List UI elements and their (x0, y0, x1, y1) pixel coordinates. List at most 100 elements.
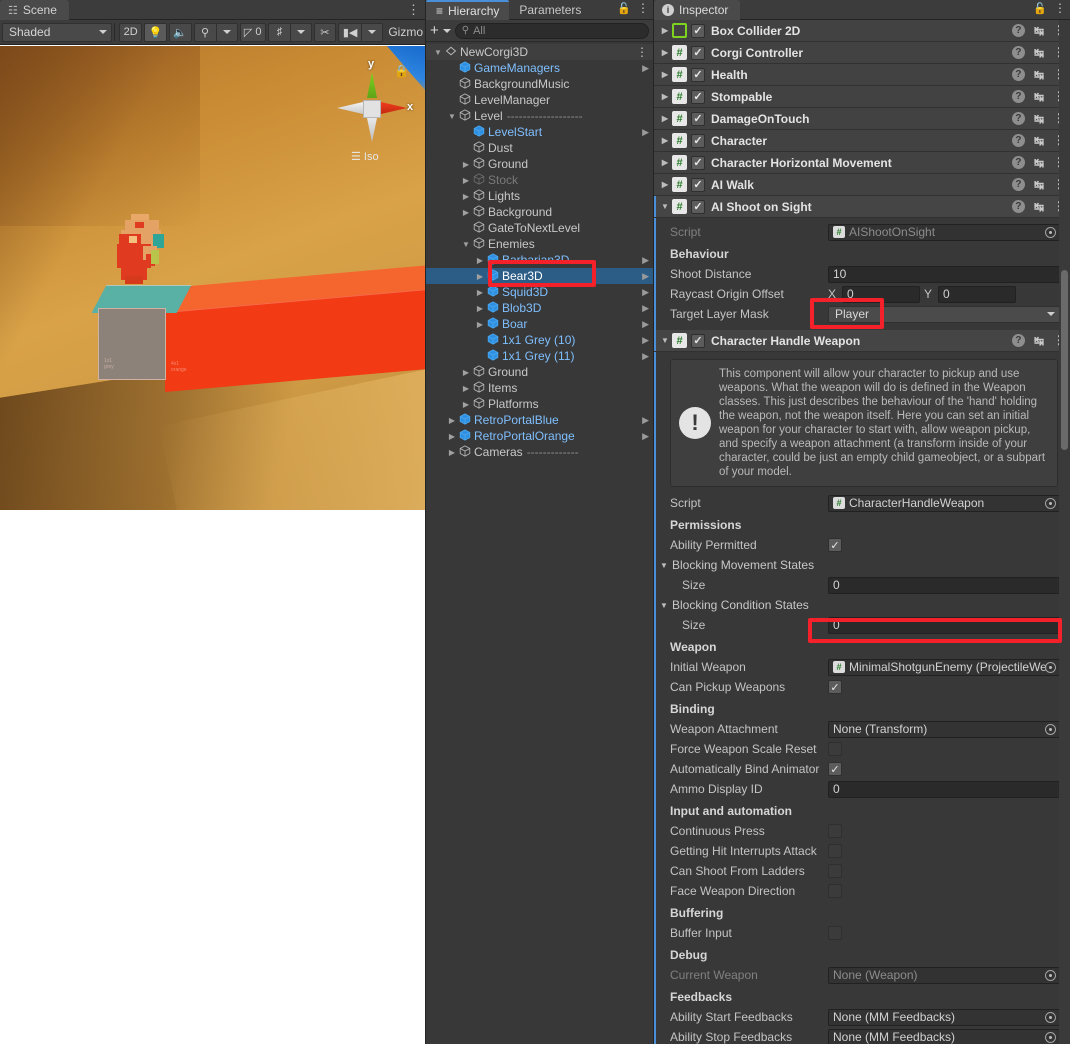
blocking-condition-states-foldout[interactable]: ▼ Blocking Condition States (654, 595, 1070, 615)
raycast-offset-y-input[interactable]: 0 (938, 285, 1016, 303)
help-icon[interactable]: ? (1011, 24, 1025, 37)
component-enabled-checkbox[interactable]: ✓ (691, 45, 705, 60)
weapon-attachment-field[interactable]: None (Transform) (828, 720, 1060, 738)
tab-parameters[interactable]: Parameters (509, 0, 591, 20)
help-icon[interactable]: ? (1011, 46, 1025, 59)
scene-viewport[interactable]: 1x1 grey 4x1 orange y x 🔒 ☰ Iso (0, 46, 425, 510)
chevron-down-icon[interactable]: ▼ (432, 48, 444, 57)
preset-icon[interactable]: ↹ (1034, 46, 1044, 60)
component-header[interactable]: ▶#✓Stompable?↹⋮ (654, 86, 1070, 108)
hierarchy-item-ground[interactable]: ▶ Ground (426, 364, 653, 380)
audio-toggle-button[interactable]: 🔈 (168, 22, 192, 42)
chevron-right-icon[interactable]: ▶ (658, 26, 672, 35)
component-enabled-checkbox[interactable]: ✓ (691, 333, 705, 348)
lock-icon[interactable]: 🔒 (394, 64, 409, 78)
chevron-right-icon[interactable]: ▶ (446, 416, 458, 425)
gizmo-center-cube[interactable] (363, 100, 381, 118)
can-pickup-weapons-checkbox[interactable]: ✓ (828, 680, 842, 694)
component-header[interactable]: ▼#✓Character Handle Weapon?↹⋮ (654, 330, 1070, 352)
chevron-down-icon[interactable]: ▼ (660, 601, 672, 610)
gizmo-axis-y-cone[interactable] (367, 72, 377, 98)
face-weapon-direction-checkbox[interactable]: ✓ (828, 884, 842, 898)
force-weapon-scale-reset-checkbox[interactable]: ✓ (828, 742, 842, 756)
preset-icon[interactable]: ↹ (1034, 200, 1044, 214)
gizmos-label[interactable]: Gizmo (388, 25, 423, 39)
chevron-right-icon[interactable]: ▶ (460, 208, 472, 217)
component-header[interactable]: ▶#✓Character Horizontal Movement?↹⋮ (654, 152, 1070, 174)
tab-hierarchy[interactable]: ≡ Hierarchy (426, 0, 510, 20)
chevron-right-icon[interactable]: ▶ (642, 271, 649, 282)
component-enabled-checkbox[interactable]: ✓ (691, 111, 705, 126)
kebab-icon[interactable]: ⋮ (636, 46, 648, 58)
script-field[interactable]: # AIShootOnSight (828, 223, 1060, 241)
preset-icon[interactable]: ↹ (1034, 334, 1044, 348)
component-header[interactable]: ▼#✓AI Shoot on Sight?↹⋮ (654, 196, 1070, 218)
component-header[interactable]: ▶✓Box Collider 2D?↹⋮ (654, 20, 1070, 42)
continuous-press-checkbox[interactable]: ✓ (828, 824, 842, 838)
component-header[interactable]: ▶#✓DamageOnTouch?↹⋮ (654, 108, 1070, 130)
hierarchy-item-1x1-grey-10[interactable]: 1x1 Grey (10) ▶ (426, 332, 653, 348)
effects-dropdown-button[interactable] (215, 22, 238, 42)
ability-stop-feedbacks-field[interactable]: None (MM Feedbacks) (828, 1028, 1060, 1044)
chevron-right-icon[interactable]: ▶ (446, 432, 458, 441)
component-header[interactable]: ▶#✓Character?↹⋮ (654, 130, 1070, 152)
object-picker-icon[interactable] (1045, 1031, 1056, 1043)
tab-inspector[interactable]: i Inspector (654, 0, 741, 20)
hierarchy-item-levelstart[interactable]: LevelStart ▶ (426, 124, 653, 140)
chevron-right-icon[interactable]: ▶ (658, 136, 672, 145)
chevron-right-icon[interactable]: ▶ (474, 320, 486, 329)
chevron-right-icon[interactable]: ▶ (642, 431, 649, 442)
gizmo-projection-label[interactable]: ☰ Iso (351, 150, 379, 163)
chevron-down-icon[interactable]: ▼ (446, 112, 458, 121)
chevron-right-icon[interactable]: ▶ (460, 400, 472, 409)
buffer-input-checkbox[interactable]: ✓ (828, 926, 842, 940)
chevron-right-icon[interactable]: ▶ (642, 303, 649, 314)
initial-weapon-field[interactable]: # MinimalShotgunEnemy (ProjectileWe (828, 658, 1060, 676)
shoot-distance-input[interactable]: 10 (828, 265, 1060, 283)
object-picker-icon[interactable] (1045, 969, 1056, 981)
camera-dropdown-button[interactable] (361, 22, 384, 42)
chevron-right-icon[interactable]: ▶ (474, 272, 486, 281)
help-icon[interactable]: ? (1011, 178, 1025, 191)
hierarchy-item-lights[interactable]: ▶ Lights (426, 188, 653, 204)
hierarchy-item-level[interactable]: ▼ Level ------------------- (426, 108, 653, 124)
component-header[interactable]: ▶#✓Corgi Controller?↹⋮ (654, 42, 1070, 64)
hierarchy-item-squid3d[interactable]: ▶ Squid3D ▶ (426, 284, 653, 300)
preset-icon[interactable]: ↹ (1034, 90, 1044, 104)
lock-icon[interactable]: 🔓 (1033, 2, 1047, 15)
component-header[interactable]: ▶#✓AI Walk?↹⋮ (654, 174, 1070, 196)
blocking-movement-size-input[interactable]: 0 (828, 576, 1060, 594)
scene-camera-button[interactable]: ▮◀ (337, 22, 362, 42)
hierarchy-tree[interactable]: ▼ NewCorgi3D ⋮ GameManagers ▶ BackgroundMusic… (1, 42, 653, 1042)
component-enabled-checkbox[interactable]: ✓ (691, 199, 705, 214)
tab-scene[interactable]: ☷ Scene (0, 0, 69, 20)
inspector-scrollbar-thumb[interactable] (1061, 270, 1068, 450)
chevron-right-icon[interactable]: ▶ (642, 127, 649, 138)
component-enabled-checkbox[interactable]: ✓ (691, 155, 705, 170)
preset-icon[interactable]: ↹ (1034, 68, 1044, 82)
chevron-right-icon[interactable]: ▶ (642, 319, 649, 330)
raycast-offset-x-input[interactable]: 0 (842, 285, 920, 303)
current-weapon-field[interactable]: None (Weapon) (828, 966, 1060, 984)
hierarchy-item-levelmanager[interactable]: LevelManager (426, 92, 653, 108)
getting-hit-interrupts-attack-checkbox[interactable]: ✓ (828, 844, 842, 858)
hierarchy-item-enemies[interactable]: ▼ Enemies (426, 236, 653, 252)
hierarchy-item-gamemanagers[interactable]: GameManagers ▶ (426, 60, 653, 76)
automatically-bind-animator-checkbox[interactable]: ✓ (828, 762, 842, 776)
hierarchy-item-boar[interactable]: ▶ Boar ▶ (426, 316, 653, 332)
hierarchy-item-platforms[interactable]: ▶ Platforms (426, 396, 653, 412)
object-picker-icon[interactable] (1045, 723, 1056, 735)
hierarchy-item-bear3d[interactable]: ▶ Bear3D ▶ (1, 268, 653, 284)
hierarchy-root-item[interactable]: ▼ NewCorgi3D ⋮ (426, 44, 653, 60)
chevron-down-icon[interactable]: ▼ (660, 561, 672, 570)
preset-icon[interactable]: ↹ (1034, 112, 1044, 126)
chevron-right-icon[interactable]: ▶ (474, 288, 486, 297)
help-icon[interactable]: ? (1011, 134, 1025, 147)
hierarchy-item-dust[interactable]: Dust (426, 140, 653, 156)
chevron-right-icon[interactable]: ▶ (460, 160, 472, 169)
chevron-right-icon[interactable]: ▶ (658, 180, 672, 189)
chevron-right-icon[interactable]: ▶ (460, 176, 472, 185)
chevron-right-icon[interactable]: ▶ (460, 384, 472, 393)
kebab-icon[interactable]: ⋮ (1054, 2, 1066, 14)
toggle-2d-button[interactable]: 2D (119, 22, 143, 42)
